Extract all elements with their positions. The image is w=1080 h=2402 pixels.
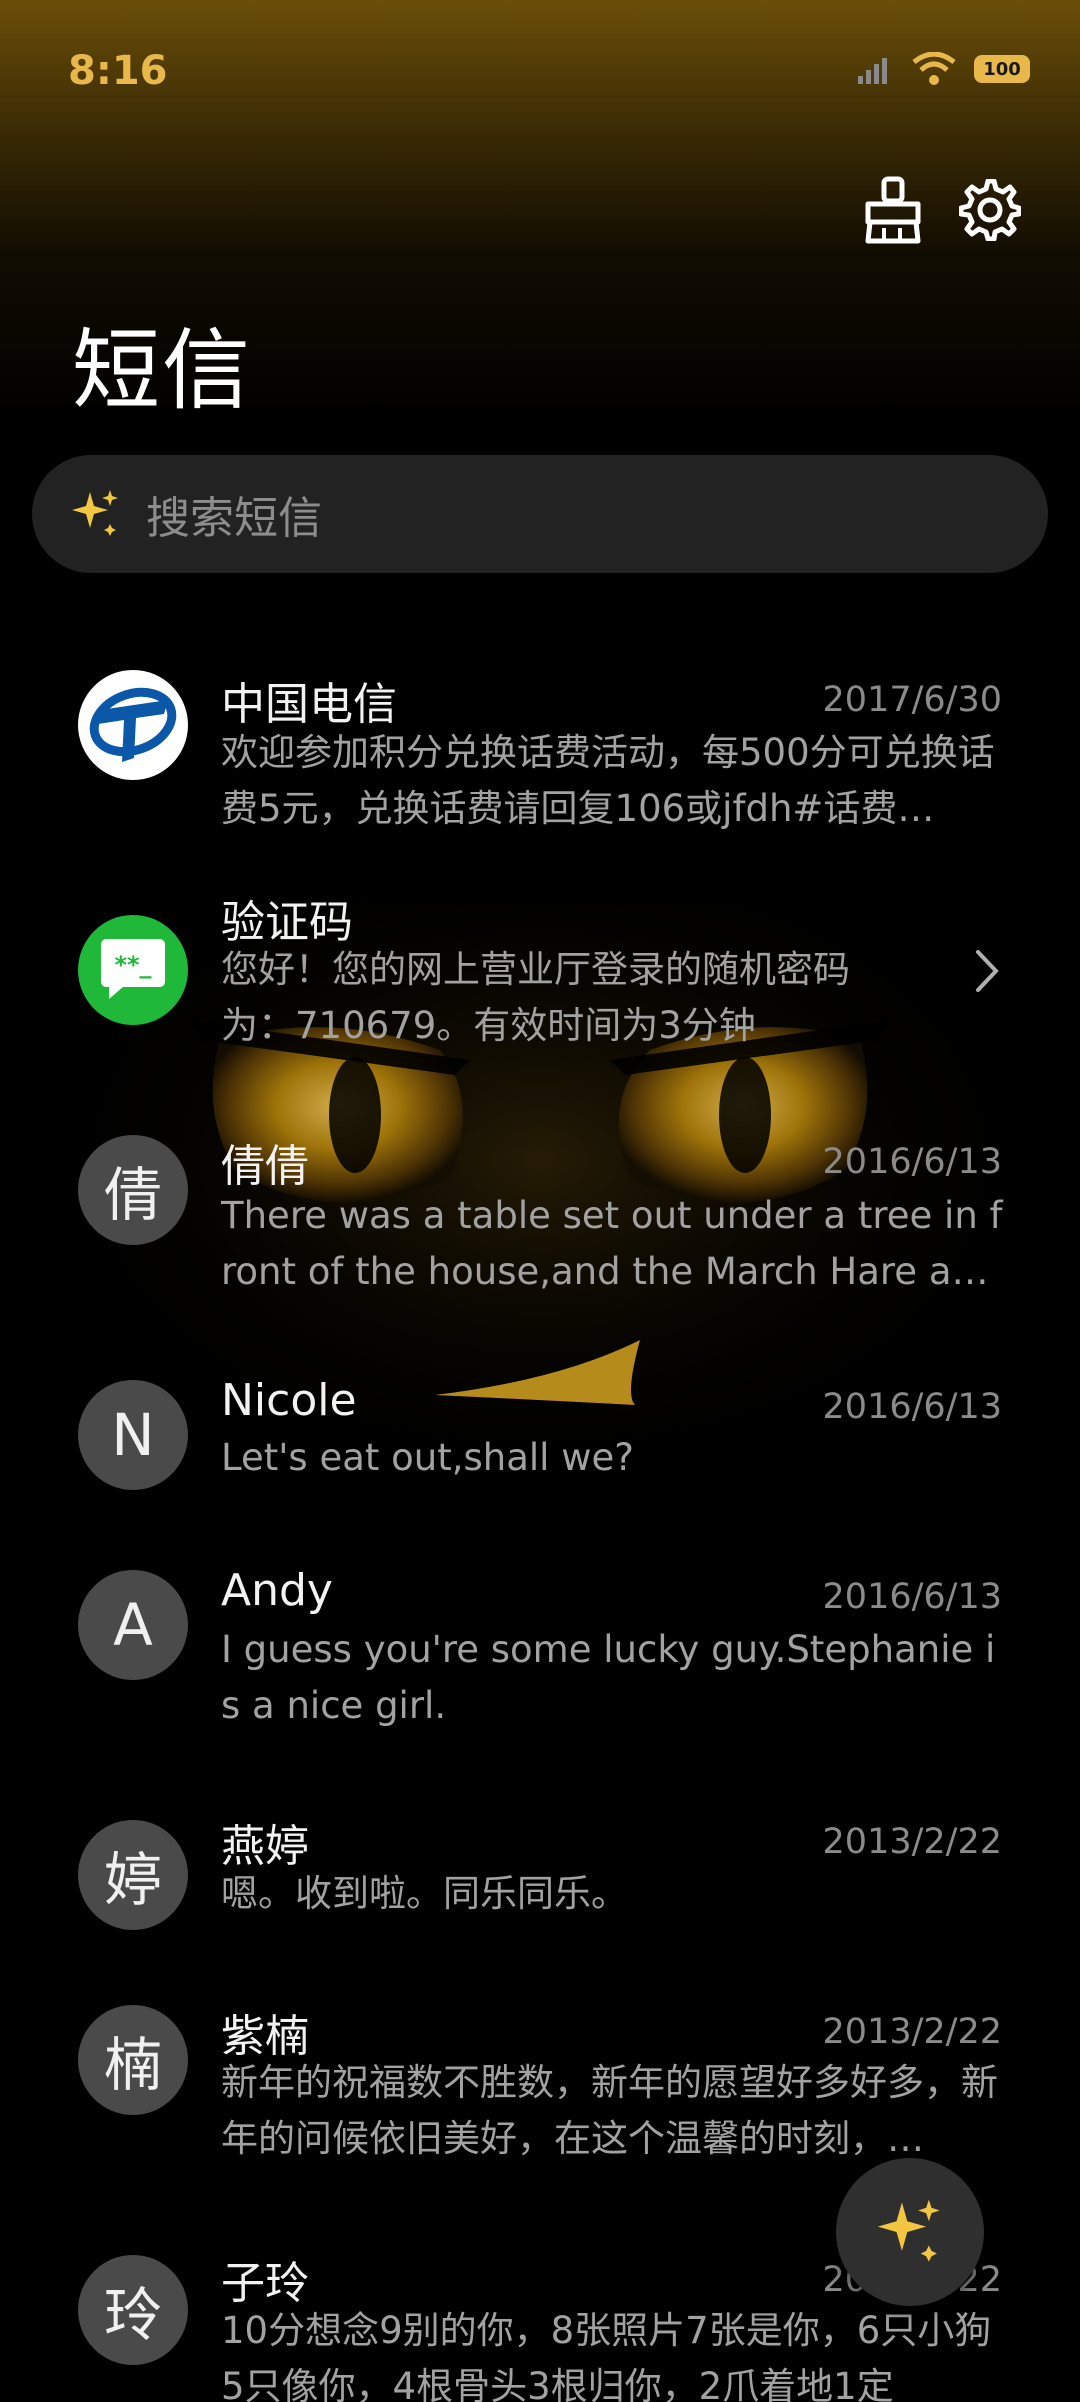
message-date: 2016/6/13 [822,1577,1002,1617]
signal-icon [858,58,887,84]
china-telecom-logo [89,687,177,762]
messages-screen: 8:16 100 短信 搜索短信 中国电信 2017/6/30 欢迎参加积分兑换… [0,0,1080,2402]
gear-icon [959,179,1021,241]
page-title: 短信 [72,319,253,422]
avatar: 倩 [78,1135,188,1245]
contact-name: 子玲 [221,2258,309,2309]
message-date: 2017/6/30 [822,680,1002,720]
contact-name: 倩倩 [221,1141,309,1192]
message-date: 2016/6/13 [822,1142,1002,1182]
verification-glyph: **_ [114,951,152,979]
contact-name: 中国电信 [221,679,397,730]
avatar: N [78,1380,188,1490]
contact-name: Andy [221,1565,333,1616]
list-item[interactable]: **_ 验证码 您好！您的网上营业厅登录的随机密码为：710679。有效时间为3… [0,880,1080,1080]
message-preview: 您好！您的网上营业厅登录的随机密码为：710679。有效时间为3分钟 [221,948,850,1047]
avatar: 玲 [78,2255,188,2365]
avatar: 楠 [78,2005,188,2115]
avatar: 婷 [78,1820,188,1930]
status-time: 8:16 [68,48,168,94]
message-preview: 新年的祝福数不胜数，新年的愿望好多好多，新年的问候依旧美好，在这个温馨的时刻，… [221,2061,998,2160]
message-preview: Let's eat out,shall we? [221,1436,634,1479]
list-item[interactable]: 婷 燕婷 2013/2/22 嗯。收到啦。同乐同乐。 [0,1810,1080,1960]
avatar: A [78,1570,188,1680]
message-preview: 嗯。收到啦。同乐同乐。 [221,1872,628,1915]
list-item[interactable]: A Andy 2016/6/13 I guess you're some luc… [0,1560,1080,1760]
search-input[interactable]: 搜索短信 [146,482,322,546]
message-preview: 欢迎参加积分兑换话费活动，每500分可兑换话费5元，兑换话费请回复106或jfd… [221,731,995,830]
sparkle-icon [877,2199,940,2262]
contact-name: 燕婷 [221,1821,309,1872]
search-bar[interactable]: 搜索短信 [32,455,1048,573]
wifi-icon [912,52,956,85]
verification-code-icon: **_ [78,915,188,1025]
message-date: 2013/2/22 [822,1822,1002,1862]
broom-icon [865,176,921,244]
battery-icon: 100 [974,55,1030,83]
compose-fab-button[interactable] [836,2158,984,2306]
status-bar: 8:16 100 [0,0,1080,150]
message-preview: There was a table set out under a tree i… [221,1194,1003,1293]
avatar [78,670,188,780]
list-item[interactable]: 倩 倩倩 2016/6/13 There was a table set out… [0,1120,1080,1320]
message-date: 2013/2/22 [822,2012,1002,2052]
sparkle-icon [68,486,124,542]
status-icons: 100 [858,52,1030,86]
settings-button[interactable] [955,175,1025,245]
list-item[interactable]: N Nicole 2016/6/13 Let's eat out,shall w… [0,1370,1080,1520]
list-item[interactable]: 中国电信 2017/6/30 欢迎参加积分兑换话费活动，每500分可兑换话费5元… [0,630,1080,830]
contact-name: Nicole [221,1375,357,1426]
message-preview: I guess you're some lucky guy.Stephanie … [221,1628,996,1727]
chevron-right-icon [976,950,999,992]
contact-name: 验证码 [221,897,353,948]
message-date: 2016/6/13 [822,1387,1002,1427]
message-preview: 10分想念9别的你，8张照片7张是你，6只小狗5只像你，4根骨头3根归你，2爪着… [221,2309,992,2402]
clean-button[interactable] [858,175,928,245]
